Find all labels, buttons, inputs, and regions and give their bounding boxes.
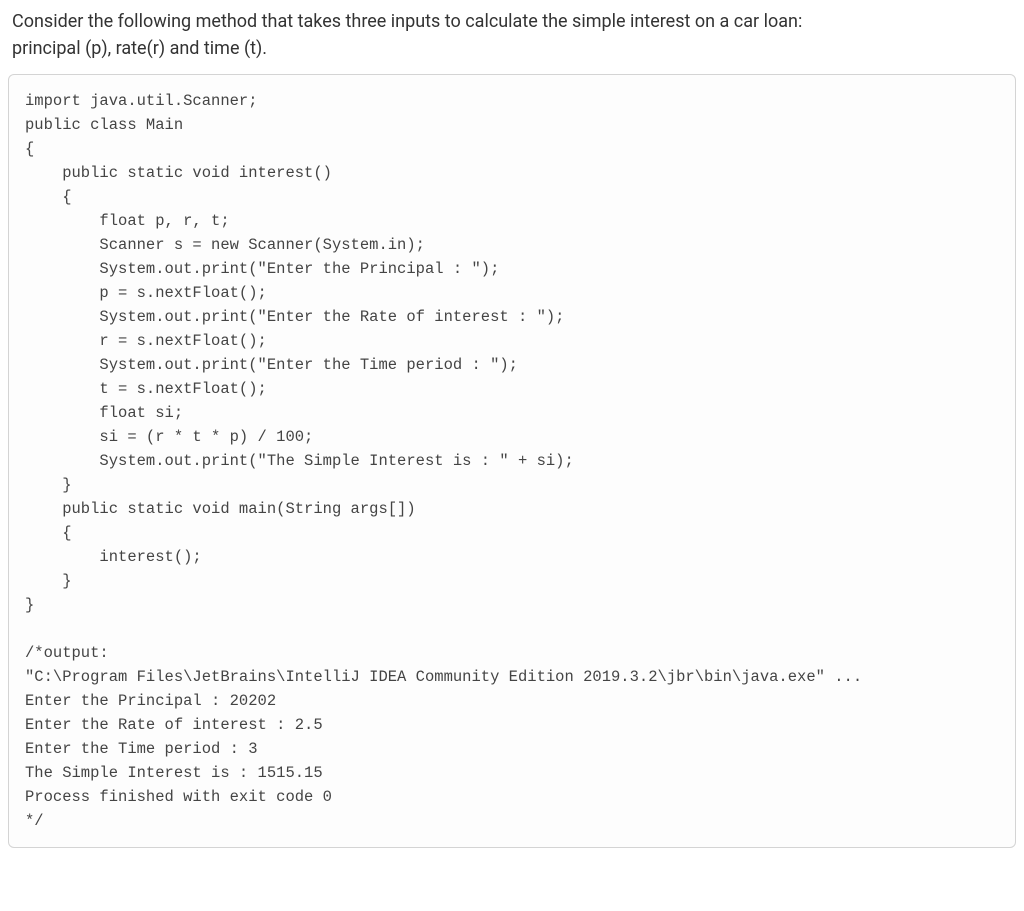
question-prompt: Consider the following method that takes… <box>0 0 1024 74</box>
code-line: import java.util.Scanner; <box>25 92 258 110</box>
code-line: "C:\Program Files\JetBrains\IntelliJ IDE… <box>25 668 862 686</box>
code-line: public static void interest() <box>25 164 332 182</box>
code-line: Process finished with exit code 0 <box>25 788 332 806</box>
code-line: } <box>25 596 34 614</box>
code-line: float p, r, t; <box>25 212 230 230</box>
code-line: System.out.print("Enter the Rate of inte… <box>25 308 565 326</box>
code-line: System.out.print("Enter the Time period … <box>25 356 518 374</box>
code-line: si = (r * t * p) / 100; <box>25 428 313 446</box>
question-line-2: principal (p), rate(r) and time (t). <box>12 38 267 59</box>
code-line: { <box>25 140 34 158</box>
code-line: Enter the Time period : 3 <box>25 740 258 758</box>
code-line: System.out.print("Enter the Principal : … <box>25 260 499 278</box>
code-line: System.out.print("The Simple Interest is… <box>25 452 574 470</box>
code-line: */ <box>25 812 44 830</box>
code-line: Scanner s = new Scanner(System.in); <box>25 236 425 254</box>
code-line: float si; <box>25 404 183 422</box>
code-block: import java.util.Scanner; public class M… <box>8 74 1016 848</box>
code-line: interest(); <box>25 548 202 566</box>
code-line: t = s.nextFloat(); <box>25 380 267 398</box>
code-line: p = s.nextFloat(); <box>25 284 267 302</box>
code-line: } <box>25 476 72 494</box>
code-line: { <box>25 188 72 206</box>
code-line: Enter the Principal : 20202 <box>25 692 276 710</box>
code-line: /*output: <box>25 644 109 662</box>
question-line-1: Consider the following method that takes… <box>12 11 802 32</box>
code-line: r = s.nextFloat(); <box>25 332 267 350</box>
code-line: } <box>25 572 72 590</box>
code-line: Enter the Rate of interest : 2.5 <box>25 716 323 734</box>
code-line: { <box>25 524 72 542</box>
code-line: The Simple Interest is : 1515.15 <box>25 764 323 782</box>
code-line: public class Main <box>25 116 183 134</box>
code-line: public static void main(String args[]) <box>25 500 416 518</box>
